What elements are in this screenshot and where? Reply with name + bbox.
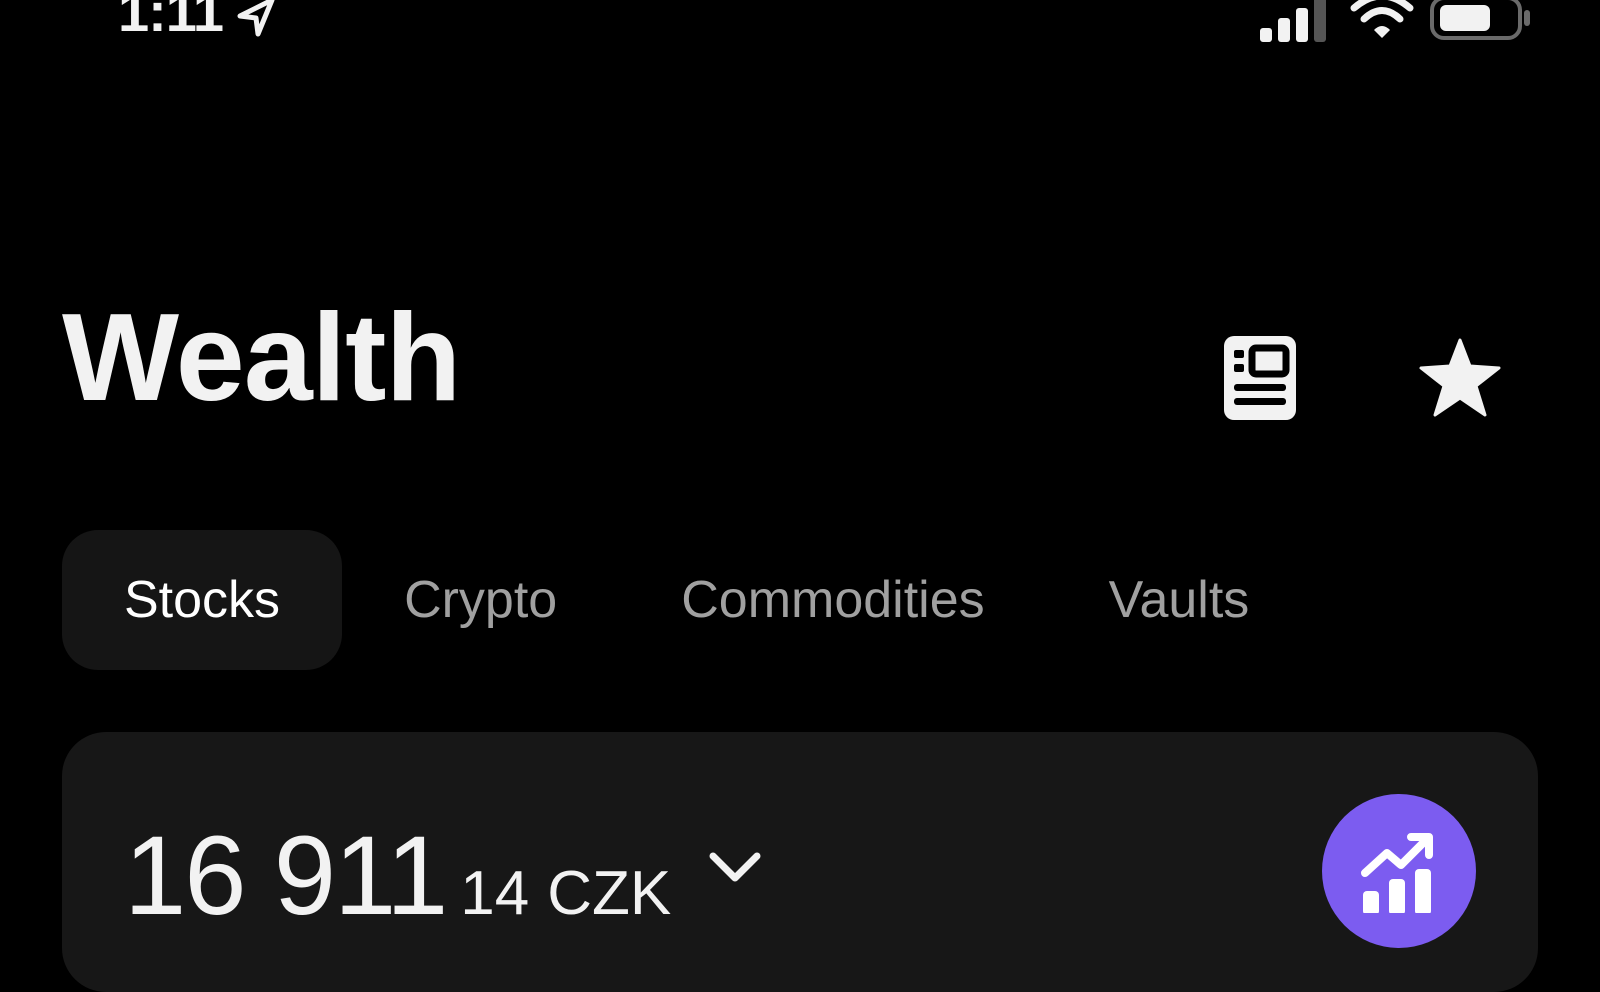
- tab-crypto[interactable]: Crypto: [342, 530, 619, 670]
- status-time: 1:11: [118, 0, 224, 43]
- balance-currency: CZK: [547, 859, 672, 928]
- balance-card: 16 911 14 CZK: [62, 732, 1538, 992]
- category-tabs: Stocks Crypto Commodities Vaults: [62, 530, 1311, 670]
- tab-commodities[interactable]: Commodities: [619, 530, 1046, 670]
- balance-selector[interactable]: 16 911 14 CZK: [124, 820, 761, 932]
- news-button[interactable]: [1212, 330, 1308, 426]
- trending-chart-icon: [1361, 833, 1433, 913]
- tab-stocks[interactable]: Stocks: [62, 530, 343, 670]
- chevron-down-icon: [709, 852, 761, 882]
- cellular-signal-icon: [1260, 0, 1326, 42]
- invest-button[interactable]: [1322, 794, 1476, 948]
- star-icon: [1419, 338, 1501, 417]
- tab-vaults[interactable]: Vaults: [1047, 530, 1312, 670]
- battery-icon: [1430, 0, 1530, 40]
- balance-integer: 16 911: [124, 813, 448, 938]
- status-bar: 1:11: [0, 0, 1600, 50]
- wifi-icon: [1350, 0, 1414, 38]
- balance-decimal: 14: [460, 859, 530, 928]
- page-title: Wealth: [62, 289, 461, 427]
- watchlist-button[interactable]: [1412, 330, 1508, 426]
- location-arrow-icon: [237, 0, 275, 37]
- news-document-icon: [1224, 336, 1296, 420]
